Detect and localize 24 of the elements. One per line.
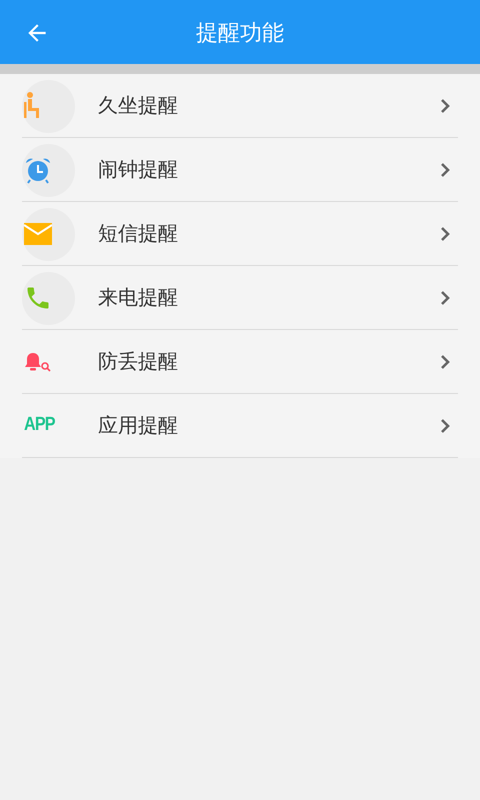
list-item[interactable]: 闹钟提醒 (22, 138, 458, 202)
sitting-figure-icon (24, 92, 42, 120)
chevron-icon (440, 226, 450, 242)
chevron-icon (440, 290, 450, 306)
bell-search-icon (24, 352, 52, 372)
list-item[interactable]: 来电提醒 (22, 266, 458, 330)
item-label: 应用提醒 (98, 414, 178, 438)
item-label: 短信提醒 (98, 222, 178, 246)
list-item[interactable]: 久坐提醒 (22, 74, 458, 138)
item-label: 久坐提醒 (98, 94, 178, 118)
list-item[interactable]: 短信提醒 (22, 202, 458, 266)
item-label: 来电提醒 (98, 286, 178, 310)
chevron-icon (440, 354, 450, 370)
chevron-icon (440, 162, 450, 178)
chevron-icon (440, 98, 450, 114)
list-item[interactable]: APP 应用提醒 (22, 394, 458, 458)
item-label: 防丢提醒 (98, 350, 178, 374)
list-item[interactable]: 防丢提醒 (22, 330, 458, 394)
item-label: 闹钟提醒 (98, 158, 178, 182)
alarm-clock-icon (24, 156, 52, 184)
app-icon: APP (24, 411, 55, 440)
envelope-icon (24, 222, 52, 244)
screen-title: 提醒功能 (196, 18, 284, 46)
chevron-icon (440, 418, 450, 434)
